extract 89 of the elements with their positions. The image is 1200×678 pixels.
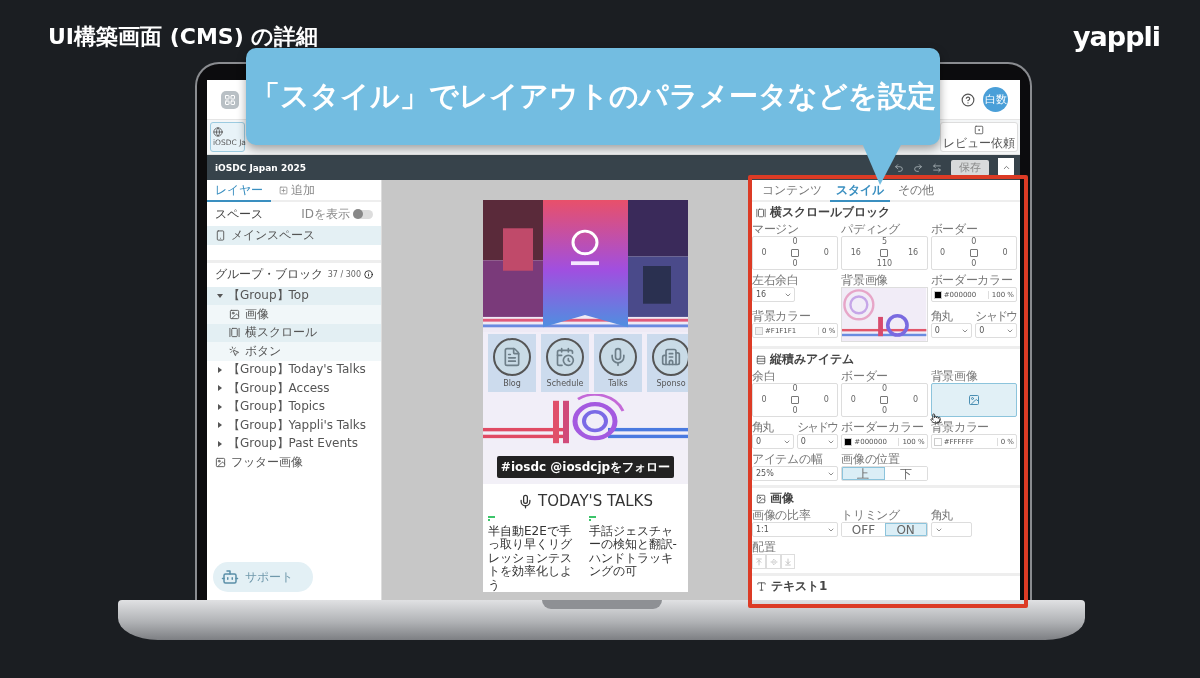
shortcut-button[interactable]: Talks — [594, 334, 642, 392]
field-label: アイテムの幅 — [752, 452, 824, 466]
spacing-value: 0 — [971, 259, 977, 268]
section-label: グループ・ブロック — [215, 266, 323, 283]
field-label: 背景カラー — [930, 420, 991, 434]
field-label: 背景画像 — [841, 273, 890, 287]
spacing-value: 0 — [792, 385, 798, 394]
field-label: 余白 — [752, 369, 777, 383]
select-field[interactable]: 0 — [796, 434, 839, 449]
shortcut-label: Sponso — [656, 379, 686, 388]
spacing-value: 0 — [940, 249, 946, 257]
field-label: ボーダーカラー — [841, 420, 925, 434]
spacing-value: 0 — [881, 406, 888, 415]
field-label: 背景カラー — [752, 309, 812, 323]
spacing-editor[interactable]: 0 0 0 0 — [841, 383, 928, 417]
project-title: iOSDC Japan 2025 — [215, 162, 306, 173]
spacing-value: 0 — [761, 396, 767, 404]
section-title: 縦積みアイテム — [770, 351, 854, 368]
section-title: テキスト1 — [771, 578, 828, 595]
select-field[interactable]: 0 — [930, 323, 973, 338]
follow-button[interactable]: #iosdc @iosdcjpをフォロー — [496, 456, 675, 478]
spacing-value: 0 — [823, 396, 829, 404]
field-label: 角丸 — [752, 420, 774, 434]
spacing-value: 0 — [792, 259, 798, 268]
slide-title: UI構築画面 (CMS) の詳細 — [48, 23, 319, 51]
spacing-value: 16 — [908, 249, 919, 257]
spacing-value: 0 — [850, 396, 856, 404]
section-title: 画像 — [770, 490, 794, 507]
field-label: 左右余白 — [752, 273, 800, 287]
field-label: シャドウ — [975, 309, 1017, 323]
spacing-value: 0 — [881, 385, 888, 394]
spacing-editor[interactable]: 0 0 0 0 — [930, 236, 1017, 270]
field-label: 配置 — [752, 540, 777, 554]
panel-tab[interactable]: コンテンツ — [756, 180, 828, 202]
panel-tab[interactable]: 追加 — [271, 180, 323, 202]
shortcut-label: Schedule — [546, 379, 584, 388]
spacing-value: 110 — [876, 259, 893, 268]
section-label: スペース — [215, 205, 263, 223]
callout: 「スタイル」でレイアウトのパラメータなどを設定 — [246, 48, 940, 145]
section-heading: TODAY'S TALKS — [538, 492, 653, 510]
spacing-value: 0 — [761, 249, 767, 257]
talk-title[interactable]: 手話ジェスチャーの検知と翻訳-ハンドトラッキングの可 — [588, 525, 683, 579]
select-field[interactable]: 0 — [752, 434, 794, 449]
section-title: 横スクロールブロック — [770, 204, 890, 221]
talk-title[interactable]: 半自動E2Eで手っ取り早くリグレッションテストを効率化しよう — [488, 525, 583, 593]
select-field[interactable]: 1:1 — [752, 522, 839, 537]
field-label: 背景画像 — [930, 369, 979, 383]
block-count: 37 / 300 — [327, 270, 361, 279]
shortcut-button[interactable]: Sponso — [647, 334, 688, 392]
select-field[interactable]: 25% — [752, 466, 839, 481]
select-field[interactable]: 0 — [975, 323, 1017, 338]
field-label: 角丸 — [930, 309, 953, 323]
shortcut-button[interactable]: Blog — [488, 334, 536, 392]
spacing-editor[interactable]: 5 16 16 110 — [841, 236, 928, 270]
spacing-value: 5 — [881, 238, 888, 247]
field-label: 角丸 — [930, 508, 953, 522]
spacing-value: 0 — [823, 249, 829, 257]
app-tab[interactable]: レビュー依頼 — [940, 122, 1018, 152]
field-label: シャドウ — [796, 420, 839, 434]
field-label: マージン — [752, 222, 800, 236]
segment-button[interactable]: 上 — [842, 467, 885, 480]
layer-item[interactable]: 【Group】Top — [207, 286, 381, 305]
field-label: パディング — [841, 222, 901, 236]
field-label: ボーダー — [841, 369, 890, 383]
spacing-value: 0 — [792, 406, 798, 415]
spacing-value: 0 — [971, 238, 977, 247]
spacing-value: 16 — [850, 249, 861, 257]
panel-tab[interactable]: レイヤー — [207, 180, 271, 202]
field-label: ボーダーカラー — [930, 273, 1014, 287]
field-label: ボーダー — [930, 222, 979, 236]
layer-item[interactable]: ボタン — [207, 342, 381, 361]
select-field[interactable]: 16 — [752, 287, 796, 302]
shortcut-label: Talks — [608, 379, 628, 388]
shortcut-label: Blog — [503, 379, 521, 388]
field-label: トリミング — [841, 508, 901, 522]
layer-item[interactable]: メインスペース — [207, 226, 381, 245]
spacing-editor[interactable]: 0 0 0 0 — [752, 383, 839, 417]
spacing-value: 0 — [1002, 249, 1008, 257]
field-label: 画像の位置 — [841, 452, 901, 466]
segment-button[interactable]: ON — [884, 523, 927, 536]
panel-tab[interactable]: その他 — [892, 180, 940, 202]
shortcut-button[interactable]: Schedule — [541, 334, 589, 392]
spacing-editor[interactable]: 0 0 0 0 — [752, 236, 839, 270]
field-label: 画像の比率 — [752, 508, 812, 522]
layer-item[interactable]: 画像 — [207, 305, 381, 324]
toggle-label: IDを表示 — [301, 205, 350, 223]
spacing-value: 0 — [792, 238, 798, 247]
spacing-value: 0 — [913, 396, 919, 404]
logo: yappli — [1073, 22, 1160, 52]
